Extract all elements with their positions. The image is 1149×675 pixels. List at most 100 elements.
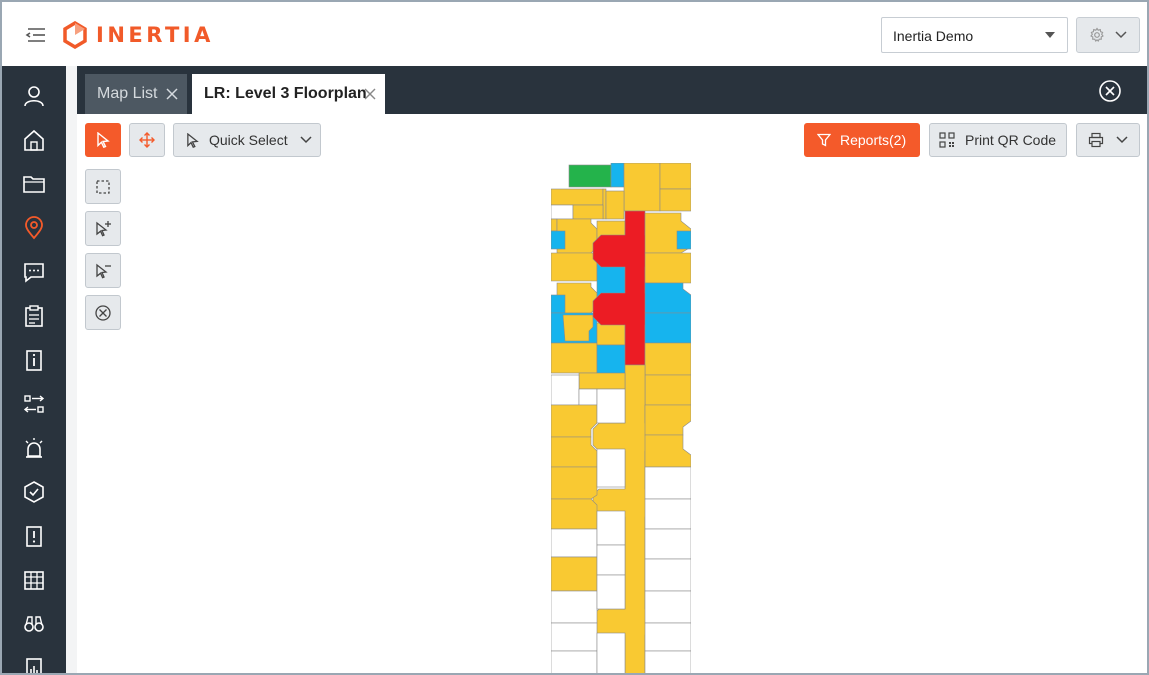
room-yellow[interactable] [551,466,598,500]
room-vacant[interactable] [596,632,626,675]
room-yellow[interactable] [605,190,625,220]
quick-select-dropdown[interactable]: Quick Select [173,123,321,157]
alarm-icon [25,438,43,458]
room-yellow[interactable] [551,436,598,468]
gear-icon [1090,27,1104,43]
room-vacant[interactable] [644,498,691,530]
room-yellow[interactable] [551,498,598,530]
sidebar-item-compliance[interactable] [20,478,48,506]
room-vacant[interactable] [596,388,626,424]
room-vacant[interactable] [551,204,574,220]
room-vacant[interactable] [551,622,598,652]
room-yellow[interactable] [578,372,626,390]
sidebar-item-folder[interactable] [20,170,48,198]
sidebar-item-maps[interactable] [20,214,48,242]
room-vacant[interactable] [644,650,691,675]
room-green[interactable] [568,164,612,188]
close-icon[interactable] [363,87,377,101]
sidebar-item-user[interactable] [20,82,48,110]
reports-filter-button[interactable]: Reports(2) [804,123,920,157]
cursor-arrow-icon [97,132,110,148]
chevron-down-icon [300,136,312,144]
room-blue[interactable] [610,163,625,188]
room-vacant[interactable] [644,558,691,592]
sidebar-item-messages[interactable] [20,258,48,286]
sidebar-item-reports[interactable] [20,654,48,673]
folder-icon [23,176,45,193]
room-yellow[interactable] [644,252,691,284]
room-yellow[interactable] [551,188,604,206]
inertia-hex-icon [63,21,87,49]
inertia-logo[interactable]: INERTIA [62,20,214,50]
room-vacant[interactable] [578,388,598,406]
reports-label: Reports(2) [840,132,907,148]
room-vacant[interactable] [596,510,626,546]
tab-map-list[interactable]: Map List [85,74,187,114]
room-yellow[interactable] [602,188,607,220]
room-yellow[interactable] [551,404,598,438]
add-to-selection-button[interactable] [85,211,121,246]
home-icon [24,129,44,151]
room-yellow[interactable] [644,404,691,436]
room-vacant[interactable] [596,448,626,488]
room-vacant[interactable] [551,374,580,406]
room-yellow[interactable] [623,163,661,212]
chevron-down-icon [1116,136,1128,144]
top-header: INERTIA Inertia Demo [2,2,1147,66]
select-tool-button[interactable] [85,123,121,157]
room-yellow[interactable] [551,252,598,282]
move-arrows-icon [139,132,155,148]
room-vacant[interactable] [551,528,598,558]
sidebar-item-incidents[interactable] [20,522,48,550]
marquee-select-button[interactable] [85,169,121,204]
room-blue[interactable] [644,282,691,314]
room-vacant[interactable] [596,574,626,610]
room-yellow[interactable] [551,556,598,592]
filter-icon [817,133,831,147]
room-yellow[interactable] [551,342,598,374]
room-vacant[interactable] [644,466,691,500]
room-yellow[interactable] [562,314,594,342]
room-yellow[interactable] [659,188,691,212]
room-yellow[interactable] [644,374,691,406]
room-yellow[interactable] [659,163,691,190]
add-select-icon [96,220,111,236]
room-yellow[interactable] [551,218,558,232]
room-vacant[interactable] [644,528,691,560]
room-blue[interactable] [551,230,566,250]
pan-tool-button[interactable] [129,123,165,157]
sidebar-item-transfer[interactable] [20,390,48,418]
room-vacant[interactable] [551,590,598,624]
clear-selection-button[interactable] [85,295,121,330]
tab-floorplan[interactable]: LR: Level 3 Floorplan [192,74,385,114]
room-vacant[interactable] [644,590,691,624]
sidebar-item-alarms[interactable] [20,434,48,462]
room-vacant[interactable] [644,622,691,652]
room-yellow[interactable] [644,434,691,468]
print-dropdown-button[interactable] [1076,123,1140,157]
sidebar-item-schedule[interactable] [20,566,48,594]
room-blue[interactable] [551,294,566,314]
remove-from-selection-button[interactable] [85,253,121,288]
floorplan-map[interactable] [551,163,691,675]
room-vacant[interactable] [596,544,626,576]
room-blue[interactable] [644,312,691,344]
room-yellow[interactable] [596,322,626,346]
info-document-icon [26,350,42,371]
room-vacant[interactable] [551,650,598,675]
sidebar-item-inspections[interactable] [20,610,48,638]
collapse-menu-icon[interactable] [24,24,48,46]
close-panel-icon[interactable] [1098,79,1122,103]
sidebar-item-info[interactable] [20,346,48,374]
print-qr-code-button[interactable]: Print QR Code [929,123,1067,157]
room-blue[interactable] [676,230,691,250]
settings-dropdown-button[interactable] [1076,17,1140,53]
room-yellow[interactable] [572,204,604,220]
sidebar-item-tasks[interactable] [20,302,48,330]
content-gutter [66,66,77,673]
organization-select[interactable]: Inertia Demo [881,17,1068,53]
sidebar-item-home[interactable] [20,126,48,154]
room-yellow[interactable] [644,342,691,376]
close-icon[interactable] [165,87,179,101]
room-blue[interactable] [596,344,626,378]
